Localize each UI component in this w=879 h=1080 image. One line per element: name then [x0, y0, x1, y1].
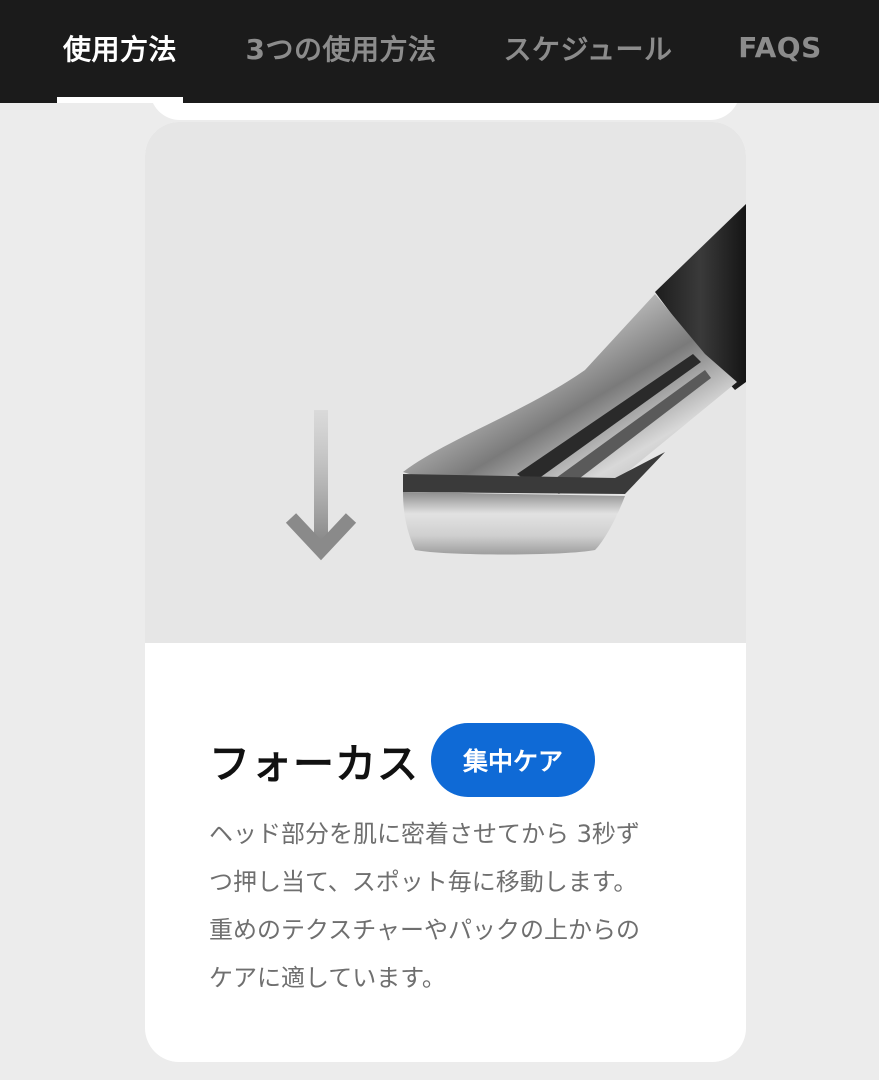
tab-three-methods[interactable]: 3つの使用方法 [236, 0, 446, 103]
arrow-down-icon [285, 410, 357, 561]
card-title-row: フォーカス 集中ケア [209, 722, 596, 798]
tab-faqs[interactable]: FAQS [736, 0, 824, 103]
description-line: 重めのテクスチャーやパックの上からの [209, 916, 641, 944]
description-line: つ押し当て、スポット毎に移動します。 [209, 868, 638, 896]
device-head-illustration [145, 122, 746, 643]
focus-mode-card: フォーカス 集中ケア ヘッド部分を肌に密着させてから 3秒ず つ押し当て、スポッ… [145, 122, 746, 1062]
active-tab-indicator [57, 97, 183, 103]
description-line: ヘッド部分を肌に密着させてから 3秒ず [209, 820, 640, 848]
tab-usage[interactable]: 使用方法 [57, 0, 183, 103]
card-description: ヘッド部分を肌に密着させてから 3秒ず つ押し当て、スポット毎に移動します。 重… [209, 810, 689, 1002]
top-navigation: 使用方法 3つの使用方法 スケジュール FAQS [0, 0, 879, 103]
tab-schedule[interactable]: スケジュール [494, 0, 682, 103]
description-line: ケアに適しています。 [209, 964, 446, 992]
device-head-image [285, 204, 746, 561]
device-head [403, 492, 625, 555]
card-title: フォーカス [209, 740, 419, 788]
focus-care-badge: 集中ケア [431, 723, 596, 797]
